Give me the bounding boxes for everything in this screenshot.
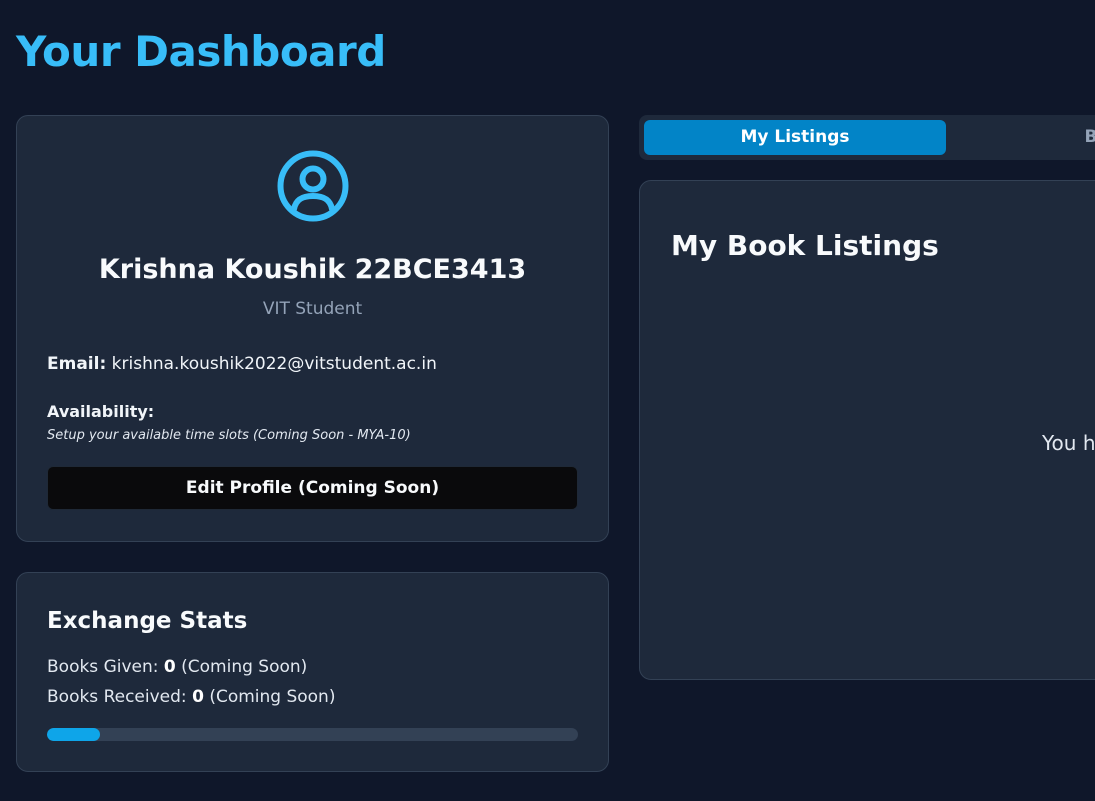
tab-my-listings[interactable]: My Listings bbox=[644, 120, 946, 155]
books-given-label: Books Given: bbox=[47, 657, 159, 677]
user-circle-icon bbox=[277, 150, 349, 222]
user-name: Krishna Koushik 22BCE3413 bbox=[98, 254, 527, 285]
listings-tabs: My Listings Bro bbox=[639, 115, 1095, 160]
dashboard-page: Your Dashboard Krishna Koushik 22BCE3413… bbox=[0, 0, 1095, 801]
books-received-label: Books Received: bbox=[47, 687, 187, 707]
exchange-progress-bar bbox=[47, 728, 578, 741]
availability-label: Availability: bbox=[47, 402, 155, 421]
profile-card: Krishna Koushik 22BCE3413 VIT Student Em… bbox=[16, 115, 609, 542]
exchange-stats-card: Exchange Stats Books Given: 0 (Coming So… bbox=[16, 572, 609, 772]
user-role: VIT Student bbox=[262, 299, 363, 319]
stats-title: Exchange Stats bbox=[47, 608, 248, 634]
exchange-progress-fill bbox=[47, 728, 101, 741]
page-title: Your Dashboard bbox=[16, 27, 386, 76]
books-received-row: Books Received: 0 (Coming Soon) bbox=[47, 687, 335, 707]
listings-title: My Book Listings bbox=[671, 229, 939, 262]
empty-listings-message: You h bbox=[1042, 431, 1095, 455]
books-received-suffix: (Coming Soon) bbox=[209, 687, 336, 707]
books-given-value: 0 bbox=[163, 657, 176, 677]
books-received-value: 0 bbox=[192, 687, 204, 707]
books-given-row: Books Given: 0 (Coming Soon) bbox=[47, 657, 307, 677]
book-listings-card: My Book Listings You h bbox=[639, 180, 1095, 680]
tab-browse[interactable]: Bro bbox=[951, 120, 1095, 155]
email-row: Email: krishna.koushik2022@vitstudent.ac… bbox=[47, 354, 437, 374]
availability-note: Setup your available time slots (Coming … bbox=[47, 428, 411, 443]
email-label: Email: bbox=[47, 354, 107, 374]
email-value: krishna.koushik2022@vitstudent.ac.in bbox=[111, 354, 437, 374]
edit-profile-button[interactable]: Edit Profile (Coming Soon) bbox=[47, 466, 578, 510]
books-given-suffix: (Coming Soon) bbox=[181, 657, 308, 677]
